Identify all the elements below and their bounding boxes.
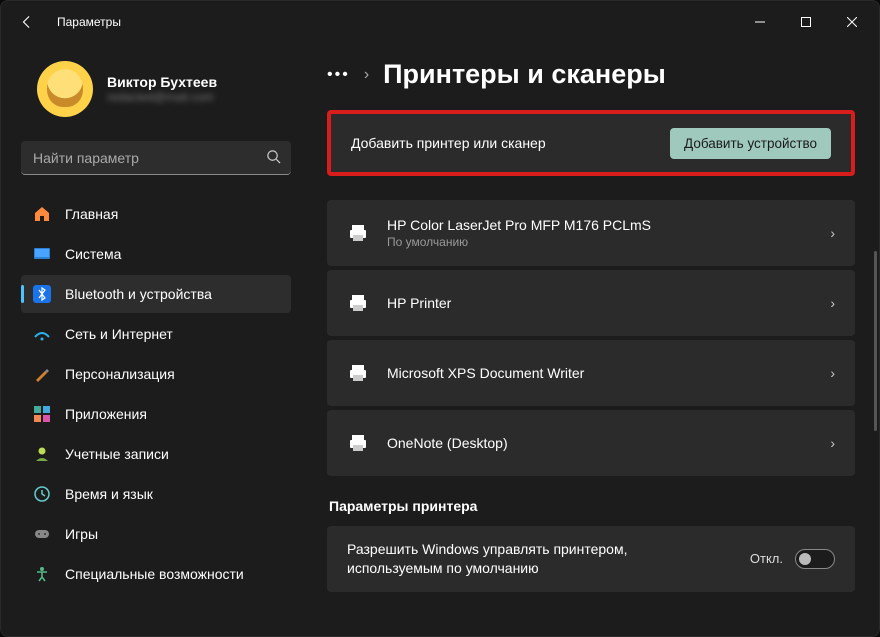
sidebar-item-gaming[interactable]: Игры bbox=[21, 515, 291, 553]
gaming-icon bbox=[33, 525, 51, 543]
sidebar-item-time[interactable]: Время и язык bbox=[21, 475, 291, 513]
printer-subtitle: По умолчанию bbox=[387, 235, 651, 249]
titlebar: Параметры bbox=[1, 1, 879, 43]
chevron-right-icon: › bbox=[364, 66, 369, 84]
default-printer-setting: Разрешить Windows управлять принтером, и… bbox=[327, 526, 855, 592]
maximize-button[interactable] bbox=[783, 6, 829, 38]
sidebar-item-label: Игры bbox=[65, 526, 98, 542]
printer-row[interactable]: Microsoft XPS Document Writer › bbox=[327, 340, 855, 406]
chevron-right-icon: › bbox=[830, 225, 835, 241]
scrollbar[interactable] bbox=[874, 251, 877, 431]
network-icon bbox=[33, 325, 51, 343]
default-printer-toggle[interactable] bbox=[795, 549, 835, 569]
toggle-state-label: Откл. bbox=[750, 551, 783, 566]
settings-window: Параметры Виктор Бухтеев redacted@mail.c… bbox=[0, 0, 880, 637]
user-profile[interactable]: Виктор Бухтеев redacted@mail.com bbox=[37, 61, 291, 117]
sidebar-item-label: Учетные записи bbox=[65, 446, 169, 462]
printer-row[interactable]: HP Printer › bbox=[327, 270, 855, 336]
add-printer-label: Добавить принтер или сканер bbox=[351, 135, 546, 151]
printer-icon bbox=[347, 362, 369, 384]
main-pane: ••• › Принтеры и сканеры Добавить принте… bbox=[307, 43, 879, 636]
printer-name: HP Color LaserJet Pro MFP M176 PCLmS bbox=[387, 217, 651, 233]
accounts-icon bbox=[33, 445, 51, 463]
printer-name: HP Printer bbox=[387, 295, 451, 311]
search-box bbox=[21, 141, 291, 175]
sidebar-item-label: Главная bbox=[65, 206, 118, 222]
printer-icon bbox=[347, 222, 369, 244]
sidebar-item-system[interactable]: Система bbox=[21, 235, 291, 273]
apps-icon bbox=[33, 405, 51, 423]
accessibility-icon bbox=[33, 565, 51, 583]
window-title: Параметры bbox=[57, 15, 121, 29]
user-name: Виктор Бухтеев bbox=[107, 74, 217, 90]
printer-name: Microsoft XPS Document Writer bbox=[387, 365, 584, 381]
system-icon bbox=[33, 245, 51, 263]
add-printer-row: Добавить принтер или сканер Добавить уст… bbox=[327, 110, 855, 176]
sidebar-item-label: Сеть и Интернет bbox=[65, 326, 173, 342]
close-button[interactable] bbox=[829, 6, 875, 38]
bluetooth-icon bbox=[33, 285, 51, 303]
breadcrumb-more-button[interactable]: ••• bbox=[327, 66, 350, 84]
printer-row[interactable]: HP Color LaserJet Pro MFP M176 PCLmS По у… bbox=[327, 200, 855, 266]
time-icon bbox=[33, 485, 51, 503]
sidebar-item-label: Bluetooth и устройства bbox=[65, 286, 212, 302]
back-button[interactable] bbox=[9, 4, 45, 40]
personalization-icon bbox=[33, 365, 51, 383]
printer-settings-title: Параметры принтера bbox=[329, 498, 855, 514]
sidebar-item-label: Специальные возможности bbox=[65, 566, 244, 582]
breadcrumb: ••• › Принтеры и сканеры bbox=[327, 59, 855, 90]
user-email: redacted@mail.com bbox=[107, 90, 217, 104]
content-area: Виктор Бухтеев redacted@mail.com Главная… bbox=[1, 43, 879, 636]
search-input[interactable] bbox=[21, 141, 291, 175]
sidebar-item-accounts[interactable]: Учетные записи bbox=[21, 435, 291, 473]
sidebar-item-network[interactable]: Сеть и Интернет bbox=[21, 315, 291, 353]
sidebar-item-home[interactable]: Главная bbox=[21, 195, 291, 233]
search-icon bbox=[266, 149, 281, 167]
page-title: Принтеры и сканеры bbox=[383, 59, 666, 90]
sidebar-item-label: Время и язык bbox=[65, 486, 153, 502]
chevron-right-icon: › bbox=[830, 365, 835, 381]
chevron-right-icon: › bbox=[830, 435, 835, 451]
sidebar: Виктор Бухтеев redacted@mail.com Главная… bbox=[1, 43, 307, 636]
avatar bbox=[37, 61, 93, 117]
add-device-button[interactable]: Добавить устройство bbox=[670, 128, 831, 159]
chevron-right-icon: › bbox=[830, 295, 835, 311]
minimize-button[interactable] bbox=[737, 6, 783, 38]
printer-icon bbox=[347, 432, 369, 454]
sidebar-item-apps[interactable]: Приложения bbox=[21, 395, 291, 433]
printer-icon bbox=[347, 292, 369, 314]
printer-name: OneNote (Desktop) bbox=[387, 435, 508, 451]
sidebar-item-bluetooth[interactable]: Bluetooth и устройства bbox=[21, 275, 291, 313]
sidebar-item-personalization[interactable]: Персонализация bbox=[21, 355, 291, 393]
sidebar-item-label: Система bbox=[65, 246, 121, 262]
nav-list: Главная Система Bluetooth и устройства С… bbox=[17, 195, 295, 593]
sidebar-item-label: Приложения bbox=[65, 406, 147, 422]
printer-list: HP Color LaserJet Pro MFP M176 PCLmS По у… bbox=[327, 200, 855, 476]
setting-label: Разрешить Windows управлять принтером, и… bbox=[347, 540, 707, 578]
printer-row[interactable]: OneNote (Desktop) › bbox=[327, 410, 855, 476]
sidebar-item-label: Персонализация bbox=[65, 366, 175, 382]
sidebar-item-accessibility[interactable]: Специальные возможности bbox=[21, 555, 291, 593]
window-controls bbox=[737, 6, 875, 38]
home-icon bbox=[33, 205, 51, 223]
